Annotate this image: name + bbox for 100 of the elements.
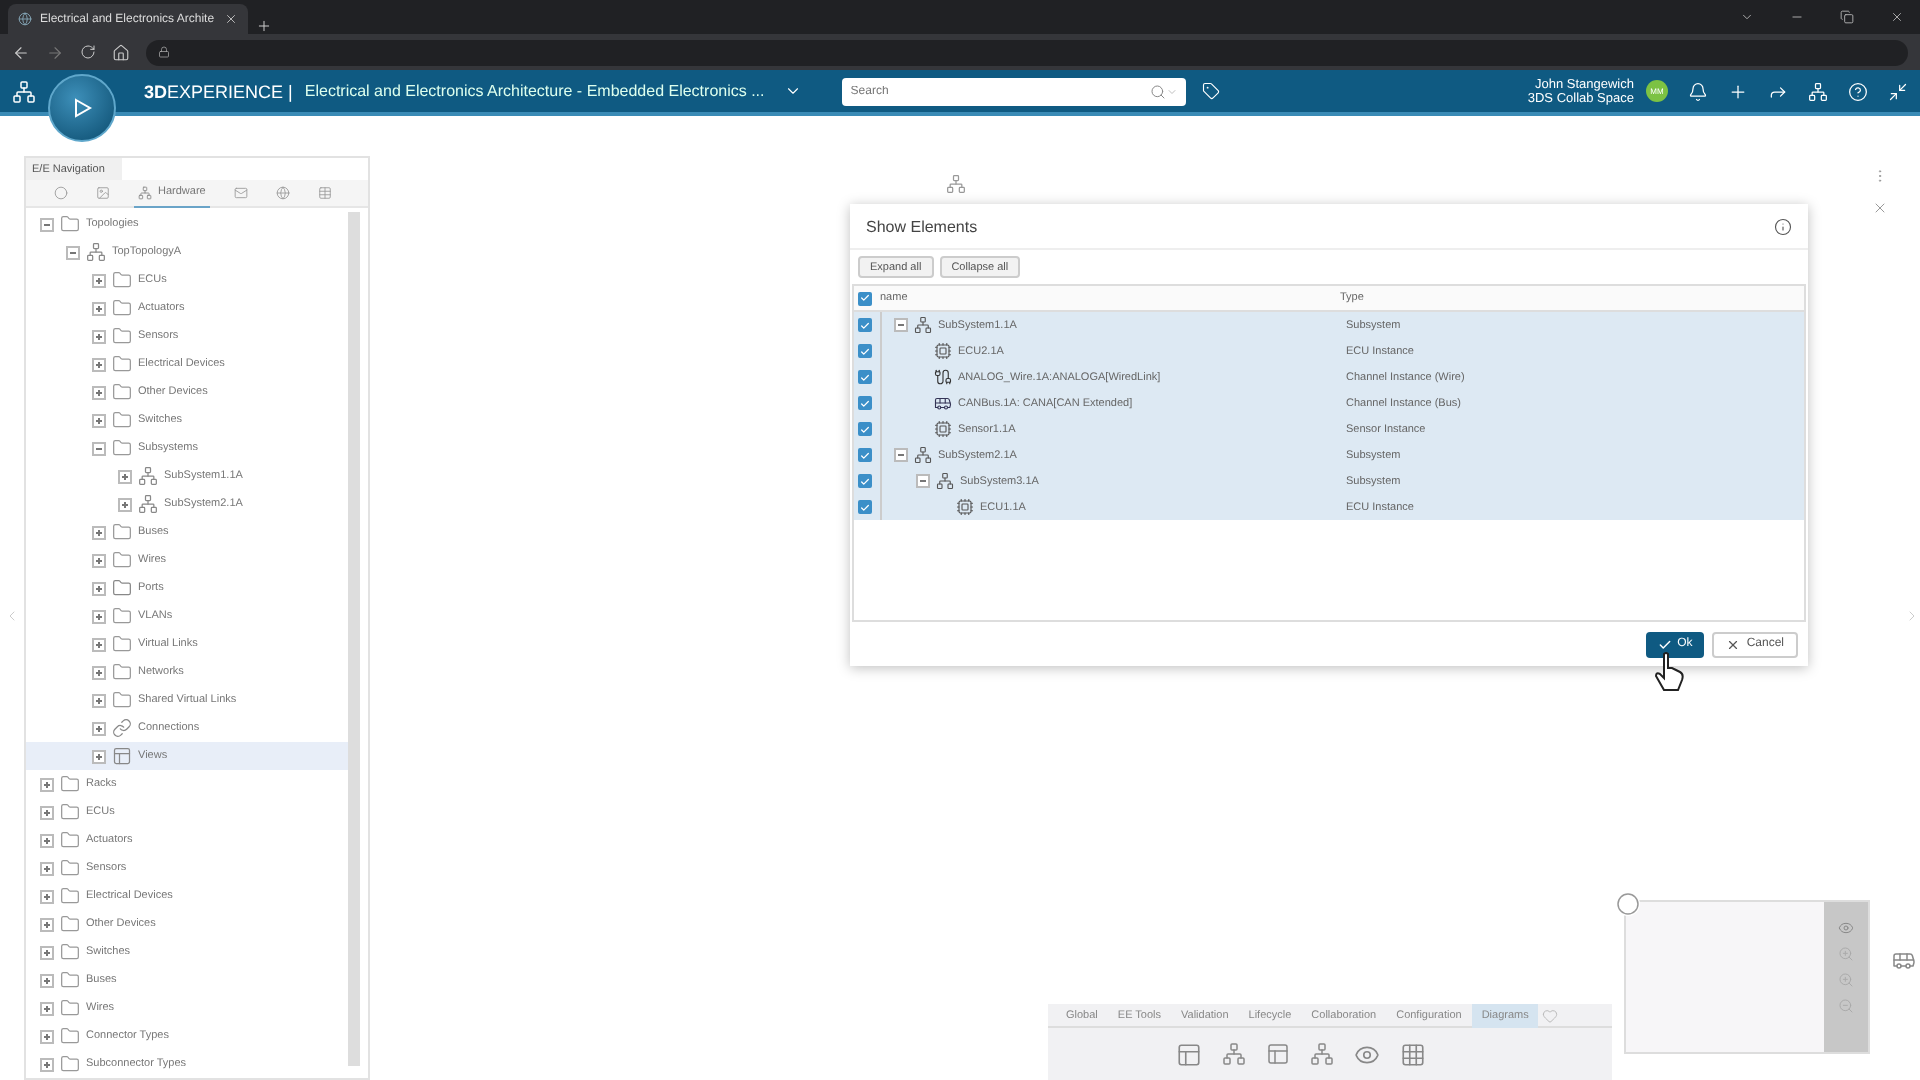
row-checkbox[interactable] bbox=[858, 500, 872, 514]
link-icon bbox=[112, 718, 132, 738]
expand-icon[interactable] bbox=[92, 693, 106, 707]
zoom-out-icon bbox=[1838, 998, 1854, 1014]
folder-icon bbox=[112, 326, 132, 346]
expand-icon[interactable] bbox=[92, 609, 106, 623]
expand-icon[interactable] bbox=[118, 469, 132, 483]
expand-icon[interactable] bbox=[40, 833, 54, 847]
collapse-icon bbox=[1888, 81, 1908, 101]
expand-icon[interactable] bbox=[40, 861, 54, 875]
expand-icon[interactable] bbox=[40, 889, 54, 903]
circle-icon bbox=[54, 185, 68, 199]
folder-icon bbox=[112, 606, 132, 626]
chip-icon bbox=[956, 498, 974, 516]
expand-icon[interactable] bbox=[92, 553, 106, 567]
row-checkbox[interactable] bbox=[858, 422, 872, 436]
expand-icon[interactable] bbox=[40, 805, 54, 819]
row-checkbox[interactable] bbox=[858, 474, 872, 488]
collapse-icon[interactable] bbox=[894, 318, 908, 332]
expand-icon[interactable] bbox=[40, 973, 54, 987]
layout-icon bbox=[112, 746, 132, 766]
chevron-left-icon bbox=[4, 608, 20, 624]
expand-icon[interactable] bbox=[118, 497, 132, 511]
bell-icon bbox=[1688, 81, 1708, 101]
expand-icon[interactable] bbox=[40, 1057, 54, 1071]
network-icon bbox=[138, 185, 152, 199]
network-icon bbox=[1221, 1042, 1245, 1066]
row-checkbox[interactable] bbox=[858, 396, 872, 410]
scrollbar[interactable] bbox=[348, 212, 360, 1066]
globe-icon bbox=[18, 12, 32, 26]
expand-icon[interactable] bbox=[92, 525, 106, 539]
expand-icon[interactable] bbox=[40, 917, 54, 931]
collapse-icon[interactable] bbox=[894, 448, 908, 462]
expand-icon[interactable] bbox=[92, 357, 106, 371]
share-icon bbox=[1768, 81, 1788, 101]
folder-icon bbox=[112, 690, 132, 710]
expand-icon[interactable] bbox=[40, 777, 54, 791]
folder-icon bbox=[112, 578, 132, 598]
close-icon bbox=[224, 12, 238, 26]
home-icon bbox=[112, 43, 130, 61]
folder-icon bbox=[60, 830, 80, 850]
folder-icon bbox=[112, 634, 132, 654]
expand-icon[interactable] bbox=[92, 749, 106, 763]
row-checkbox[interactable] bbox=[858, 344, 872, 358]
grid-icon bbox=[1399, 1041, 1425, 1067]
expand-icon[interactable] bbox=[92, 385, 106, 399]
collapse-icon[interactable] bbox=[916, 474, 930, 488]
heart-icon bbox=[1542, 1007, 1559, 1023]
chevron-icon bbox=[1740, 10, 1754, 24]
expand-icon[interactable] bbox=[92, 301, 106, 315]
chevron-right-icon bbox=[1904, 608, 1920, 624]
folder-icon bbox=[60, 1026, 80, 1046]
network-icon bbox=[946, 174, 966, 194]
folder-icon bbox=[60, 858, 80, 878]
folder-icon bbox=[60, 802, 80, 822]
forward-icon bbox=[46, 43, 64, 61]
folder-icon bbox=[60, 214, 80, 234]
folder-icon bbox=[112, 410, 132, 430]
layout-icon bbox=[1175, 1041, 1201, 1067]
network-icon bbox=[914, 446, 932, 464]
row-checkbox[interactable] bbox=[858, 448, 872, 462]
collapse-icon[interactable] bbox=[92, 441, 106, 455]
info-icon bbox=[1774, 217, 1792, 235]
expand-icon[interactable] bbox=[92, 581, 106, 595]
expand-icon[interactable] bbox=[92, 329, 106, 343]
logo-icon bbox=[12, 79, 36, 103]
expand-icon[interactable] bbox=[40, 1001, 54, 1015]
network-icon bbox=[138, 466, 158, 486]
circle-icon bbox=[1616, 892, 1640, 916]
layout-icon bbox=[1265, 1042, 1289, 1066]
expand-icon[interactable] bbox=[92, 665, 106, 679]
restore-icon bbox=[1840, 10, 1854, 24]
select-all-checkbox[interactable] bbox=[858, 291, 872, 305]
row-checkbox[interactable] bbox=[858, 318, 872, 332]
row-checkbox[interactable] bbox=[858, 370, 872, 384]
folder-icon bbox=[112, 382, 132, 402]
expand-icon[interactable] bbox=[92, 637, 106, 651]
expand-icon[interactable] bbox=[92, 273, 106, 287]
network-icon bbox=[936, 472, 954, 490]
collapse-icon[interactable] bbox=[40, 217, 54, 231]
expand-icon[interactable] bbox=[92, 413, 106, 427]
expand-icon[interactable] bbox=[40, 1029, 54, 1043]
reload-icon bbox=[80, 44, 96, 60]
collapse-icon[interactable] bbox=[66, 245, 80, 259]
zoom-in-icon bbox=[1838, 972, 1854, 988]
check-icon bbox=[1657, 637, 1672, 651]
folder-icon bbox=[60, 942, 80, 962]
network-icon bbox=[138, 494, 158, 514]
expand-icon[interactable] bbox=[40, 945, 54, 959]
chevron-icon bbox=[1166, 85, 1179, 97]
chevron-icon bbox=[784, 82, 803, 100]
close-icon bbox=[1726, 637, 1741, 651]
new-tab-icon bbox=[256, 18, 272, 34]
folder-icon bbox=[60, 998, 80, 1018]
folder-icon bbox=[112, 438, 132, 458]
expand-icon[interactable] bbox=[92, 721, 106, 735]
compass-icon[interactable] bbox=[48, 74, 116, 142]
folder-icon bbox=[112, 522, 132, 542]
network-icon bbox=[86, 242, 106, 262]
table-icon bbox=[317, 185, 332, 199]
